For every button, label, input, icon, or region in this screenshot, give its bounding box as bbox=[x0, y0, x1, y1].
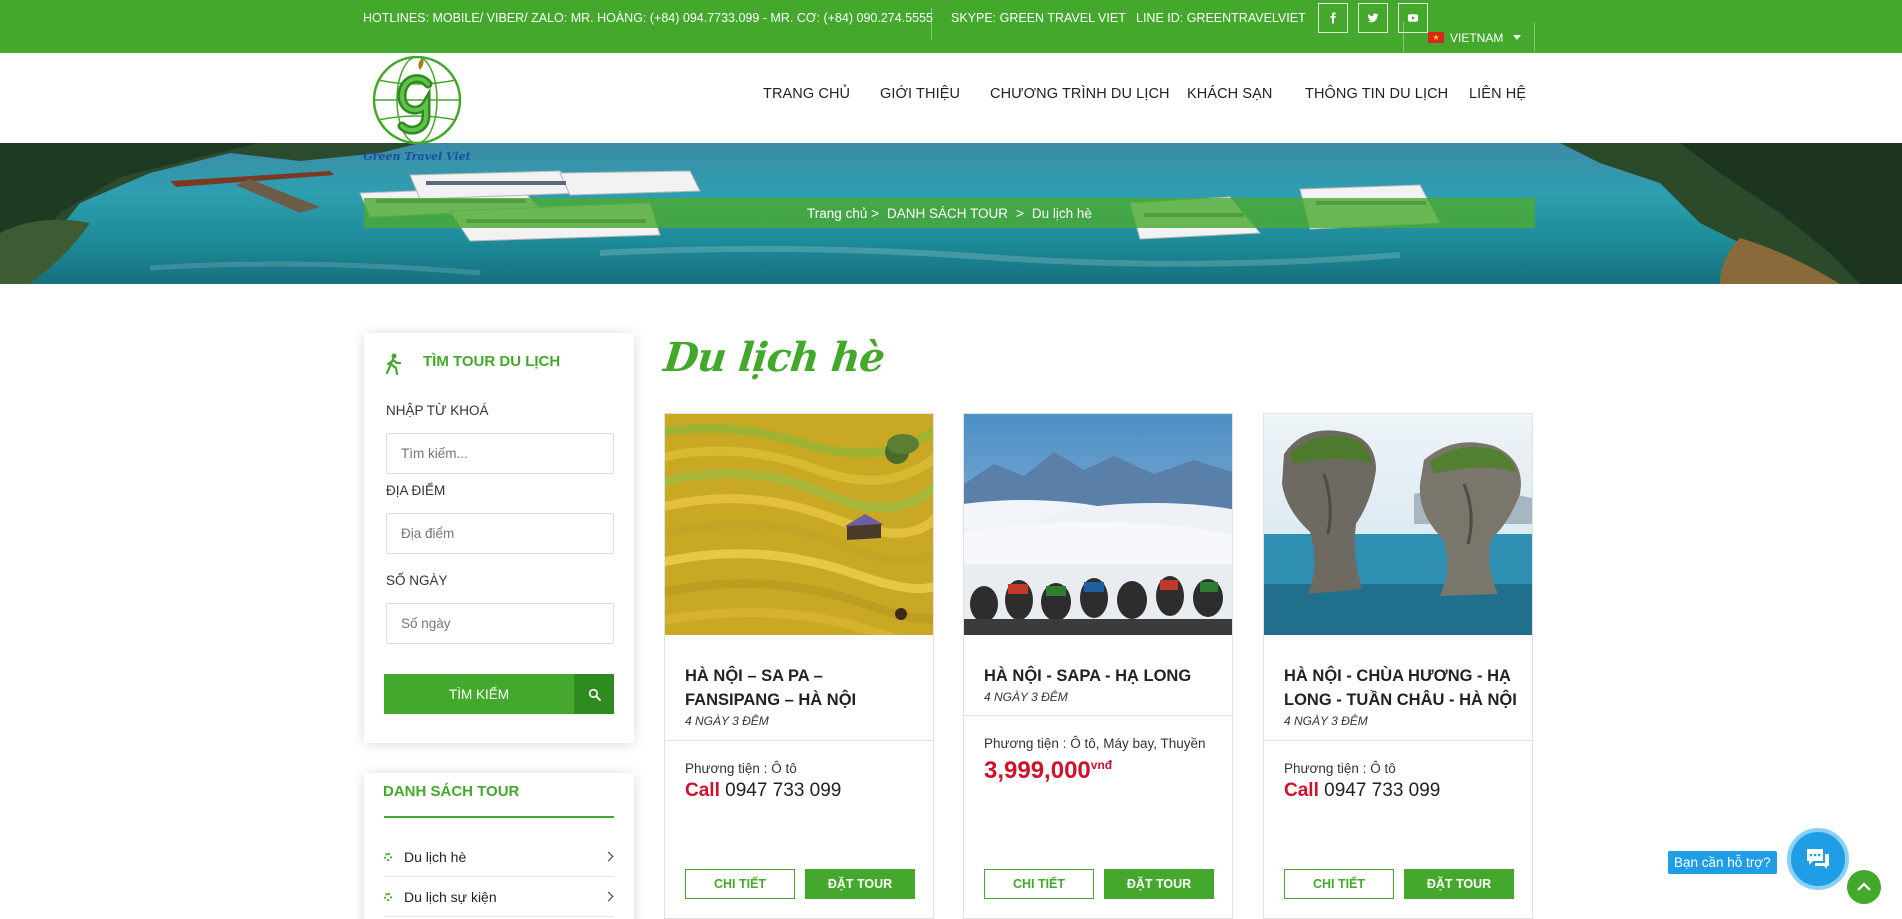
search-button-label: TÌM KIẾM bbox=[384, 674, 574, 714]
list-item[interactable]: Du lịch hè bbox=[384, 837, 614, 877]
tour-transport: Phương tiện : Ô tô, Máy bay, Thuyền bbox=[984, 736, 1206, 751]
search-button[interactable]: TÌM KIẾM bbox=[384, 674, 614, 714]
list-item[interactable]: Du lịch sự kiện bbox=[384, 877, 614, 917]
tour-name[interactable]: HÀ NỘI - SAPA - HẠ LONG bbox=[984, 664, 1219, 688]
tour-price: 3,999,000vnđ bbox=[984, 757, 1112, 785]
tour-call: Call 0947 733 099 bbox=[685, 780, 841, 802]
divider bbox=[665, 740, 933, 741]
tour-duration: 4 NGÀY 3 ĐÊM bbox=[685, 714, 769, 728]
tour-list-panel: DANH SÁCH TOUR Du lịch hè Du lịch sự kiệ… bbox=[364, 773, 634, 919]
hotline-text: HOTLINES: MOBILE/ VIBER/ ZALO: MR. HOÀNG… bbox=[363, 11, 933, 25]
location-input[interactable] bbox=[386, 513, 614, 554]
tour-duration: 4 NGÀY 3 ĐÊM bbox=[1284, 714, 1368, 728]
breadcrumb-current: Du lịch hè bbox=[1031, 205, 1092, 221]
tour-card: HÀ NỘI – SA PA – FANSIPANG – HÀ NỘI 4 NG… bbox=[664, 413, 934, 919]
chat-button[interactable] bbox=[1787, 828, 1849, 890]
language-selector[interactable]: ★ VIETNAM bbox=[1403, 22, 1535, 53]
call-label: Call bbox=[1284, 780, 1319, 801]
price-value: 3,999,000 bbox=[984, 757, 1091, 784]
twitter-icon[interactable] bbox=[1358, 3, 1388, 33]
tour-card: HÀ NỘI - CHÙA HƯƠNG - HẠ LONG - TUẦN CHÂ… bbox=[1263, 413, 1533, 919]
divider bbox=[964, 715, 1232, 716]
tour-transport: Phương tiện : Ô tô bbox=[1284, 761, 1396, 776]
header: Green Travel Viet TRANG CHỦ GIỚI THIỆU C… bbox=[0, 53, 1902, 163]
logo[interactable]: Green Travel Viet bbox=[362, 56, 472, 166]
breadcrumb-home[interactable]: Trang chủ > bbox=[807, 206, 879, 221]
facebook-icon[interactable] bbox=[1318, 3, 1348, 33]
page-title: Du lịch hè bbox=[661, 334, 887, 381]
tour-call: Call 0947 733 099 bbox=[1284, 780, 1440, 802]
call-number[interactable]: 0947 733 099 bbox=[725, 780, 841, 801]
skype-text: SKYPE: GREEN TRAVEL VIET bbox=[951, 11, 1126, 25]
tour-image[interactable] bbox=[665, 414, 933, 635]
breadcrumb-tour-list[interactable]: DANH SÁCH TOUR bbox=[887, 206, 1008, 221]
detail-button[interactable]: CHI TIẾT bbox=[984, 869, 1094, 899]
vietnam-flag-icon: ★ bbox=[1428, 32, 1444, 43]
days-input[interactable] bbox=[386, 603, 614, 644]
tour-transport: Phương tiện : Ô tô bbox=[685, 761, 797, 776]
keyword-label: NHẬP TỪ KHOÁ bbox=[386, 403, 489, 418]
support-label[interactable]: Bạn cần hỗ trợ? bbox=[1668, 851, 1777, 874]
chevron-up-icon bbox=[1857, 882, 1871, 891]
title-underline bbox=[384, 816, 614, 818]
chevron-right-icon bbox=[603, 851, 614, 862]
back-to-top-button[interactable] bbox=[1847, 870, 1881, 904]
nav-contact[interactable]: LIÊN HỆ bbox=[1469, 86, 1526, 102]
book-tour-button[interactable]: ĐẶT TOUR bbox=[1104, 869, 1214, 899]
nav-hotels[interactable]: KHÁCH SẠN bbox=[1187, 86, 1273, 102]
hero-banner: Trang chủ > DANH SÁCH TOUR > Du lịch hè bbox=[0, 143, 1902, 284]
language-label: VIETNAM bbox=[1450, 30, 1504, 45]
nav-home[interactable]: TRANG CHỦ bbox=[763, 86, 850, 102]
tour-name[interactable]: HÀ NỘI – SA PA – FANSIPANG – HÀ NỘI bbox=[685, 664, 920, 712]
divider bbox=[1264, 740, 1532, 741]
list-item-label: Du lịch sự kiện bbox=[404, 888, 497, 905]
hiker-icon bbox=[385, 353, 402, 375]
chevron-down-icon bbox=[1513, 35, 1522, 40]
line-id-text: LINE ID: GREENTRAVELVIET bbox=[1136, 11, 1306, 25]
tour-card: HÀ NỘI - SAPA - HẠ LONG 4 NGÀY 3 ĐÊM Phư… bbox=[963, 413, 1233, 919]
chat-icon bbox=[1807, 849, 1829, 869]
nav-tour-programs[interactable]: CHƯƠNG TRÌNH DU LỊCH bbox=[990, 86, 1170, 102]
call-number[interactable]: 0947 733 099 bbox=[1324, 780, 1440, 801]
nav-travel-info[interactable]: THÔNG TIN DU LỊCH bbox=[1305, 86, 1448, 102]
detail-button[interactable]: CHI TIẾT bbox=[1284, 869, 1394, 899]
tour-image[interactable] bbox=[1264, 414, 1532, 635]
tour-search-panel: TÌM TOUR DU LỊCH NHẬP TỪ KHOÁ ĐỊA ĐIỂM S… bbox=[364, 333, 634, 743]
search-title: TÌM TOUR DU LỊCH bbox=[423, 353, 561, 370]
divider bbox=[931, 8, 932, 40]
breadcrumb: Trang chủ > DANH SÁCH TOUR > Du lịch hè bbox=[364, 198, 1535, 228]
search-icon bbox=[574, 674, 614, 714]
book-tour-button[interactable]: ĐẶT TOUR bbox=[805, 869, 915, 899]
top-bar: HOTLINES: MOBILE/ VIBER/ ZALO: MR. HOÀNG… bbox=[0, 0, 1902, 53]
tour-list-title: DANH SÁCH TOUR bbox=[383, 783, 520, 800]
days-label: SỐ NGÀY bbox=[386, 573, 448, 588]
call-label: Call bbox=[685, 780, 720, 801]
location-label: ĐỊA ĐIỂM bbox=[386, 483, 446, 498]
list-item-label: Du lịch hè bbox=[404, 848, 467, 865]
breadcrumb-separator: > bbox=[1016, 205, 1024, 221]
tour-image[interactable] bbox=[964, 414, 1232, 635]
tour-name[interactable]: HÀ NỘI - CHÙA HƯƠNG - HẠ LONG - TUẦN CHÂ… bbox=[1284, 664, 1519, 712]
nav-about[interactable]: GIỚI THIỆU bbox=[880, 86, 960, 102]
price-currency: vnđ bbox=[1090, 758, 1113, 772]
detail-button[interactable]: CHI TIẾT bbox=[685, 869, 795, 899]
logo-text: Green Travel Viet bbox=[363, 150, 470, 163]
keyword-input[interactable] bbox=[386, 433, 614, 474]
tour-duration: 4 NGÀY 3 ĐÊM bbox=[984, 690, 1068, 704]
chevron-right-icon bbox=[603, 891, 614, 902]
bullet-icon bbox=[384, 892, 392, 901]
book-tour-button[interactable]: ĐẶT TOUR bbox=[1404, 869, 1514, 899]
bullet-icon bbox=[384, 852, 392, 861]
